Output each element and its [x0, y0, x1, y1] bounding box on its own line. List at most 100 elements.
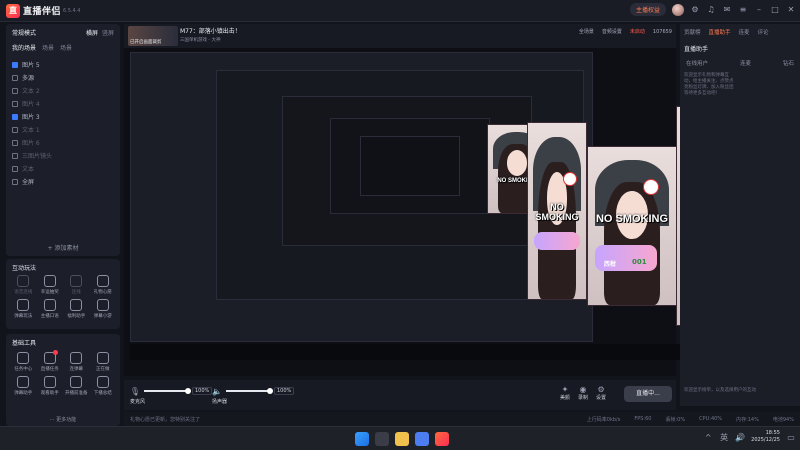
scene-item[interactable]: 文本 1 [6, 123, 120, 136]
app-version: 6.5.4.4 [63, 8, 81, 14]
tool-item[interactable]: 主播口语 [37, 299, 64, 319]
scene-checkbox[interactable] [12, 152, 18, 159]
subtab-diamonds[interactable]: 钻石 [783, 59, 794, 67]
clock[interactable]: 18:55 2025/12/25 [751, 430, 780, 444]
tab-scene-a[interactable]: 场景 [42, 43, 54, 52]
scene-label: 图片 4 [22, 101, 40, 108]
add-source-button[interactable]: + 添加素材 [6, 243, 120, 252]
chevron-up-icon[interactable]: ^ [703, 432, 713, 442]
mail-icon[interactable]: ✉ [722, 5, 732, 15]
scene-item[interactable]: 图片 3 [6, 110, 120, 123]
tool-item[interactable]: 福利助手 [63, 299, 90, 319]
menu-icon[interactable]: ≡ [738, 5, 748, 15]
scene-checkbox[interactable] [12, 61, 18, 68]
beauty-button[interactable]: ✦ 美颜 [560, 384, 570, 402]
link-icon [70, 275, 83, 287]
subtab-connect[interactable]: 连麦 [740, 59, 751, 67]
folder-icon[interactable] [395, 432, 409, 446]
tab-comments[interactable]: 评论 [758, 28, 769, 36]
mode-selector[interactable]: 常规模式 [12, 28, 36, 37]
sparkle-icon: ✦ [561, 384, 569, 394]
windows-start-icon[interactable] [355, 432, 369, 446]
mic-volume-slider[interactable] [144, 388, 191, 394]
tab-connect[interactable]: 连麦 [739, 28, 750, 36]
scene-checkbox[interactable] [12, 74, 18, 81]
scene-item[interactable]: 图片 4 [6, 97, 120, 110]
status-fps: FPS:60 [634, 416, 652, 422]
tool-item[interactable]: 连弹幕 [63, 352, 90, 372]
tab-scene-b[interactable]: 场景 [60, 43, 72, 52]
tool-item[interactable]: 弹幕助手 [10, 376, 37, 396]
tool-item[interactable]: 观看助手 [37, 376, 64, 396]
volume-icon[interactable]: 🔊 [735, 432, 745, 442]
speaker-icon[interactable]: 🔈 [212, 386, 222, 396]
no-smoking-sign-icon [562, 172, 577, 187]
scene-checkbox[interactable] [12, 100, 18, 107]
tab-my-scenes[interactable]: 我的场景 [12, 43, 36, 52]
settings-icon[interactable]: ⚙ [690, 5, 700, 15]
interaction-grid: 语音连线 幸运抽奖 连线 礼物心愿弹幕玩法 主播口语 福利助手 弹幕小游 [10, 275, 116, 319]
speaker-volume-slider[interactable] [226, 388, 273, 394]
status-bitrate: 上行码率0kb/s [586, 416, 621, 423]
store-icon[interactable] [415, 432, 429, 446]
tool-label: 正在做 [96, 367, 110, 372]
scene-item[interactable]: 文本 2 [6, 84, 120, 97]
scene-item[interactable]: 文本 [6, 162, 120, 175]
audio-settings-button[interactable]: 音频设置 [602, 28, 622, 35]
scene-item[interactable]: 三图片镜头 [6, 149, 120, 162]
tab-live-assistant[interactable]: 直播助手 [709, 28, 731, 36]
heart-icon [96, 275, 109, 287]
more-features-button[interactable]: ··· 更多功能 [6, 416, 120, 423]
scene-checkbox[interactable] [12, 139, 18, 146]
scene-checkbox[interactable] [12, 113, 18, 120]
anchor-rights-button[interactable]: 主播权益 [629, 3, 666, 16]
record-button[interactable]: ◉ 录制 [578, 384, 588, 402]
tool-item[interactable]: 弹幕玩法 [10, 299, 37, 319]
scene-item[interactable]: 图片 6 [6, 136, 120, 149]
close-icon[interactable]: ✕ [786, 5, 796, 15]
notification-icon[interactable]: ▭ [786, 432, 796, 442]
scene-item[interactable]: 全屏 [6, 175, 120, 188]
scene-item[interactable]: 多源 [6, 71, 120, 84]
tool-item[interactable]: 开播前准备 [63, 376, 90, 396]
tool-item[interactable]: 弹幕小游 [90, 299, 117, 319]
headset-icon[interactable]: ♫ [706, 5, 716, 15]
tool-item[interactable]: 礼物心愿 [90, 275, 117, 295]
portrait-button[interactable]: 竖屏 [102, 28, 114, 37]
ime-icon[interactable]: 英 [719, 432, 729, 442]
tool-item[interactable]: 任务中心 [10, 352, 37, 372]
go-live-button[interactable]: 直播中... [624, 386, 672, 402]
tool-item[interactable]: 幸运抽奖 [37, 275, 64, 295]
stream-category[interactable]: 三国单机游戏 - 大神 [180, 37, 220, 43]
tool-item[interactable]: 下播总结 [90, 376, 117, 396]
interaction-panel: 互动玩法 语音连线 幸运抽奖 连线 礼物心愿 弹幕玩法 主播口语 福利助手 弹幕小游 [6, 259, 120, 329]
tool-label: 连弹幕 [69, 367, 84, 372]
scene-checkbox[interactable] [12, 178, 18, 185]
maximize-icon[interactable]: □ [770, 5, 780, 15]
stream-title[interactable]: M77：部落小镇出击！ [180, 26, 241, 35]
settings-button[interactable]: ⚙ 设置 [596, 384, 606, 402]
assistant-footer-message: 欢迎显示榜单，以及选择用户的互动 [684, 388, 756, 393]
tool-label: 主播口语 [40, 314, 59, 319]
basic-tools-grid: 任务中心 直播任务 连弹幕 正在做弹幕助手 观看助手 开播前准备 下播总结 [10, 350, 117, 396]
tool-item[interactable]: 直播任务 [37, 350, 64, 372]
avatar[interactable] [672, 3, 684, 16]
scene-label: 文本 [22, 166, 35, 173]
minimize-icon[interactable]: – [754, 5, 764, 15]
live-companion-icon[interactable] [435, 432, 449, 446]
tool-item[interactable]: 正在做 [90, 352, 117, 372]
search-icon[interactable] [375, 432, 389, 446]
scene-checkbox[interactable] [12, 126, 18, 133]
scene-checkbox[interactable] [12, 87, 18, 94]
landscape-button[interactable]: 横屏 [86, 28, 98, 37]
tool-item[interactable]: 连线 [63, 275, 90, 295]
subtab-online-users[interactable]: 在线用户 [686, 59, 708, 67]
mic-icon[interactable]: 🎙 [130, 386, 140, 396]
tool-item[interactable]: 语音连线 [10, 275, 37, 295]
scene-item[interactable]: 图片 5 [6, 58, 120, 71]
camera-toggle[interactable]: 全场景 [579, 28, 594, 35]
tab-contribution[interactable]: 贡献榜 [684, 28, 701, 36]
file-icon [96, 376, 109, 388]
scene-checkbox[interactable] [12, 165, 18, 172]
mic-label: 麦克风 [130, 399, 146, 405]
